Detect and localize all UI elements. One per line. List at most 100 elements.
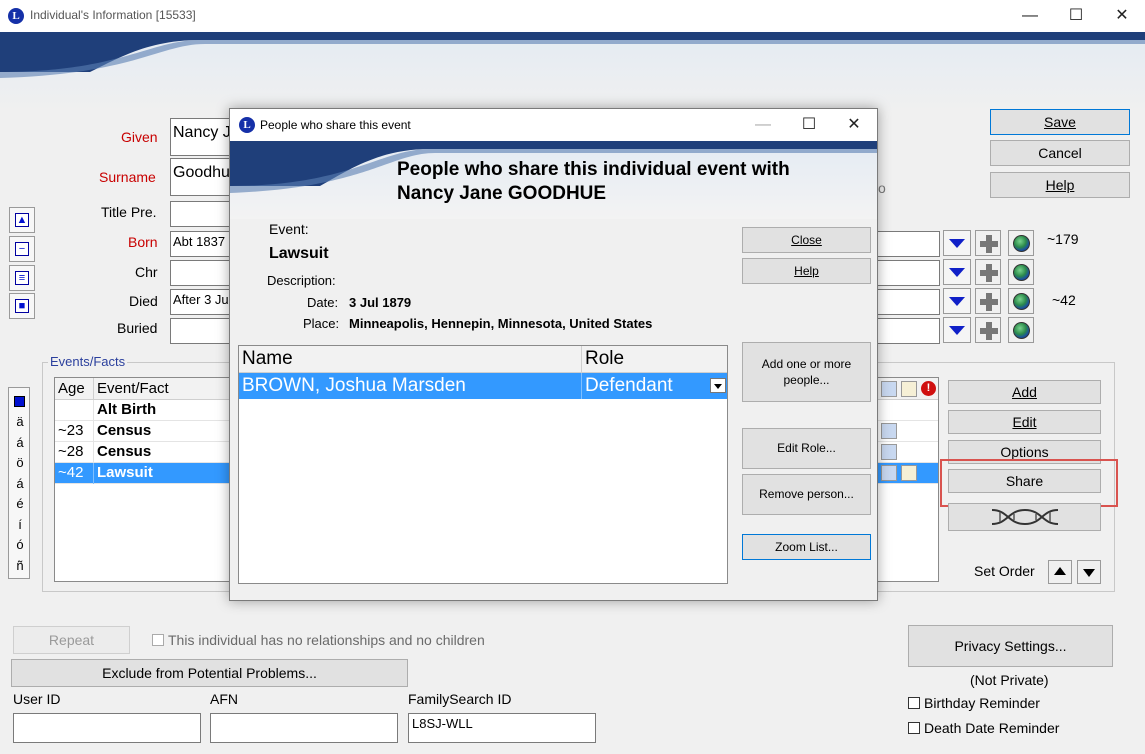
born-place-input[interactable] [870,231,940,257]
role-dropdown-button[interactable] [710,378,726,393]
chevron-down-icon [949,239,965,248]
user-id-input[interactable] [13,713,201,743]
died-place-input[interactable] [870,289,940,315]
buried-globe-button[interactable] [1008,317,1034,343]
help-button[interactable]: Help [990,172,1130,198]
maximize-icon[interactable]: ☐ [1053,0,1099,32]
add-event-button[interactable]: Add [948,380,1101,404]
died-add-button[interactable] [975,288,1001,314]
share-event-dialog: L People who share this event — ☐ ✕ Peop… [229,108,878,601]
nav-list-button[interactable]: ≡ [9,265,35,291]
chr-label: Chr [135,264,158,280]
dna-button[interactable] [948,503,1101,531]
special-char[interactable]: ö [15,453,25,474]
buried-date-input[interactable] [170,318,232,344]
special-char[interactable]: ó [15,535,25,556]
privacy-settings-button[interactable]: Privacy Settings... [908,625,1113,667]
move-up-button[interactable] [1048,560,1072,584]
familysearch-id-input[interactable]: L8SJ-WLL [408,713,596,743]
dialog-help-button[interactable]: Help [742,258,871,284]
born-globe-button[interactable] [1008,230,1034,256]
chr-globe-button[interactable] [1008,259,1034,285]
dialog-heading-line2: Nancy Jane GOODHUE [397,183,607,204]
remove-person-button[interactable]: Remove person... [742,474,871,515]
birthday-reminder-label: Birthday Reminder [924,695,1040,711]
death-reminder-checkbox[interactable] [908,722,920,734]
event-age: ~42 [58,464,84,481]
no-relationships-checkbox[interactable] [152,634,164,646]
special-char[interactable]: í [15,515,25,536]
edit-role-button[interactable]: Edit Role... [742,428,871,469]
share-button[interactable]: Share [948,469,1101,493]
problem-alert-icon: ! [921,381,936,396]
dialog-close-button[interactable]: Close [742,227,871,253]
surname-input[interactable]: Goodhu [170,158,232,196]
banner-swoosh [0,32,1145,78]
person-role: Defendant [585,375,673,396]
died-globe-button[interactable] [1008,288,1034,314]
special-chars-bar: ä á ö á é í ó ñ [8,387,30,579]
special-char[interactable]: é [15,494,25,515]
special-char[interactable]: á [15,474,25,495]
chr-date-input[interactable] [170,260,232,286]
died-dropdown-button[interactable] [943,288,971,314]
nav-minus-button[interactable]: − [9,236,35,262]
familysearch-label: FamilySearch ID [408,691,512,707]
table-row-selected[interactable]: BROWN, Joshua Marsden Defendant [239,373,727,399]
edit-event-button[interactable]: Edit [948,410,1101,434]
special-chars-toggle-icon[interactable] [14,396,25,407]
date-value: 3 Jul 1879 [349,295,412,310]
nav-stop-button[interactable]: ■ [9,293,35,319]
special-char[interactable]: ä [15,412,25,433]
save-button[interactable]: Save [990,109,1130,135]
globe-icon [1013,235,1030,252]
chr-dropdown-button[interactable] [943,259,971,285]
buried-dropdown-button[interactable] [943,317,971,343]
chr-add-button[interactable] [975,259,1001,285]
dialog-minimize-icon[interactable]: — [740,109,786,141]
age-column-header[interactable]: Age [58,380,85,397]
place-value: Minneapolis, Hennepin, Minnesota, United… [349,316,653,331]
born-add-button[interactable] [975,230,1001,256]
dialog-maximize-icon[interactable]: ☐ [786,109,832,141]
list-icon: ≡ [15,271,29,285]
partial-text: o [878,180,886,196]
cancel-button[interactable]: Cancel [990,140,1130,166]
column-divider [93,378,94,400]
source-icon [881,381,897,397]
special-char[interactable]: á [15,433,25,454]
died-label: Died [129,293,158,309]
event-column-header[interactable]: Event/Fact [97,380,169,397]
name-column-header[interactable]: Name [242,348,293,370]
dialog-title: People who share this event [260,118,411,132]
user-id-label: User ID [13,691,61,707]
exclude-problems-button[interactable]: Exclude from Potential Problems... [11,659,408,687]
afn-input[interactable] [210,713,398,743]
event-value: Lawsuit [269,245,329,262]
born-date-input[interactable]: Abt 1837 [170,231,232,257]
chr-place-input[interactable] [870,260,940,286]
dialog-close-icon[interactable]: ✕ [831,109,877,141]
born-dropdown-button[interactable] [943,230,971,256]
special-char[interactable]: ñ [15,556,25,577]
event-label: Event: [269,221,309,237]
nav-up-button[interactable]: ▲ [9,207,35,233]
add-people-button[interactable]: Add one or more people... [742,342,871,402]
buried-add-button[interactable] [975,317,1001,343]
given-input[interactable]: Nancy J [170,118,232,156]
move-down-button[interactable] [1077,560,1101,584]
buried-place-input[interactable] [870,318,940,344]
died-date-input[interactable]: After 3 Ju [170,289,232,315]
chevron-down-icon [949,268,965,277]
close-icon[interactable]: ✕ [1099,0,1145,32]
zoom-list-button[interactable]: Zoom List... [742,534,871,560]
title-pre-input[interactable] [170,201,232,227]
events-group-label: Events/Facts [48,354,128,369]
minimize-icon[interactable]: — [1007,0,1053,32]
repeat-button[interactable]: Repeat [13,626,130,654]
birthday-reminder-checkbox[interactable] [908,697,920,709]
source-icon [881,444,897,460]
role-column-header[interactable]: Role [585,348,624,370]
column-divider [581,373,582,399]
globe-icon [1013,322,1030,339]
